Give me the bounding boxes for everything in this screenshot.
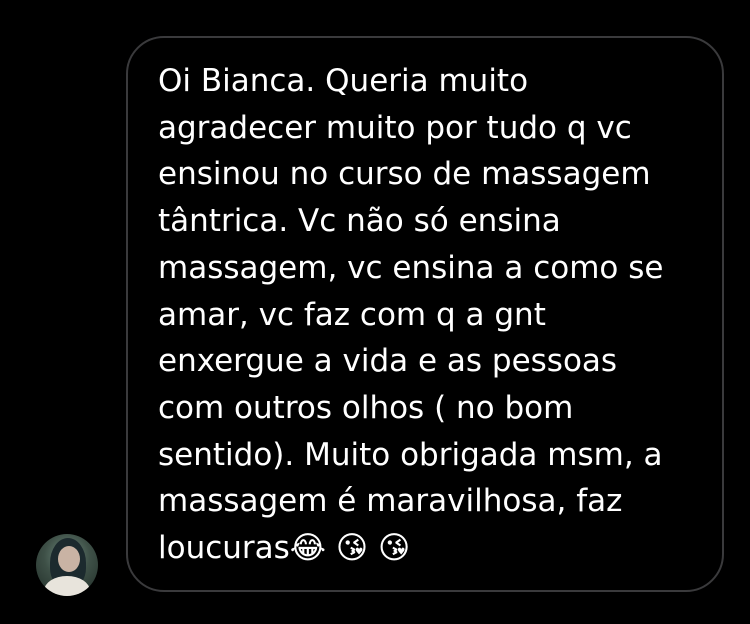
avatar-face [58,546,80,572]
message-text: Oi Bianca. Queria muito agradecer muito … [158,63,664,567]
dm-conversation: Oi Bianca. Queria muito agradecer muito … [0,0,750,624]
sender-avatar[interactable] [36,534,98,596]
